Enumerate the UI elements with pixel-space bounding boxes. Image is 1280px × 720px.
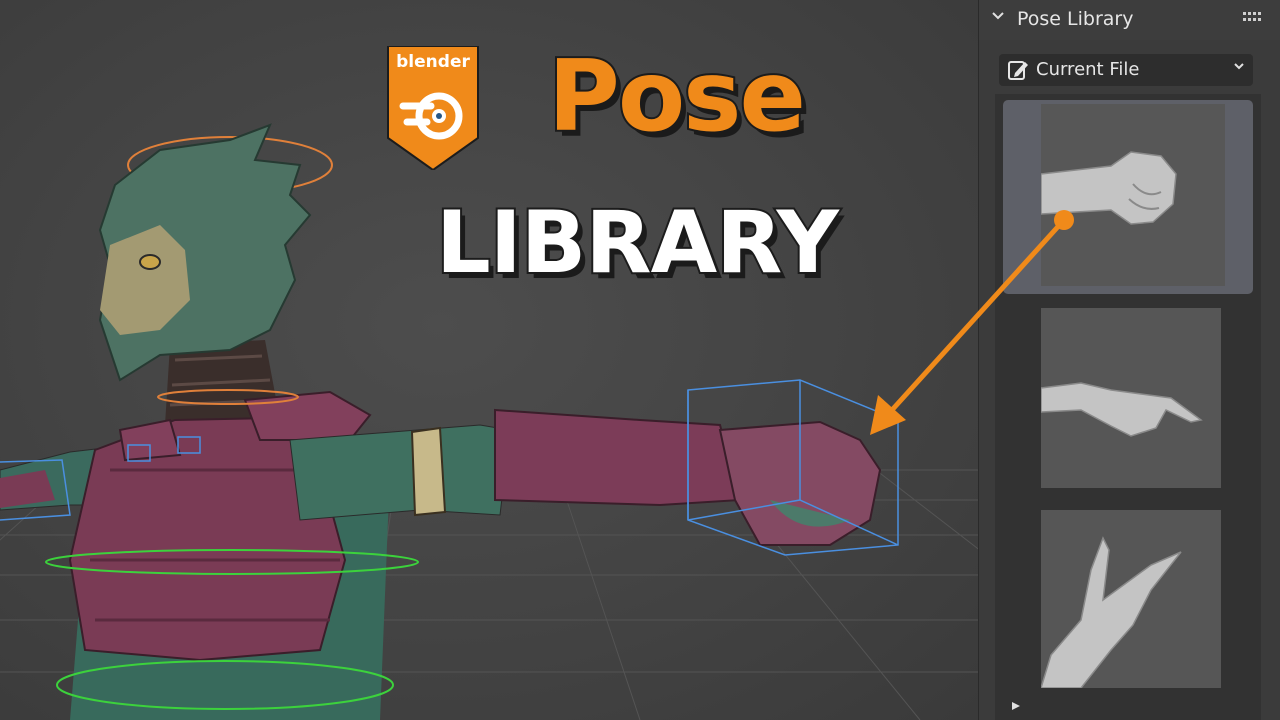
library-dropdown[interactable]: Current File [999,54,1253,86]
character-model[interactable] [0,0,978,720]
chevron-down-icon[interactable] [991,9,1005,27]
eye [139,254,161,270]
pose-thumbnail-peace-sign[interactable] [1039,510,1221,689]
forearm-glove [494,408,742,507]
play-triangle-icon[interactable] [1011,700,1021,714]
peace-sign-pose-preview [1039,536,1182,689]
blender-logo: blender [384,45,482,172]
right-upper-arm [289,424,511,521]
panel-header[interactable]: Pose Library [979,0,1280,40]
arm-bracer [410,426,447,517]
logo-text: blender [396,52,470,72]
title-pose: Pose [546,40,808,154]
title-library: LIBRARY [434,193,841,293]
3d-viewport[interactable]: blender Pose LIBRARY [0,0,978,720]
chevron-down-icon [1233,60,1245,76]
fist-pose-preview [1041,151,1177,225]
panel-title: Pose Library [1017,8,1134,30]
drag-handle-icon[interactable] [1243,12,1263,24]
pose-thumbnail-pointing[interactable] [1040,308,1221,488]
pointing-pose-preview [1040,382,1203,437]
library-dropdown-value: Current File [1036,59,1140,80]
pose-thumbnail-fist[interactable] [1003,100,1253,294]
pose-thumbnail-grid [995,94,1261,720]
pose-library-panel: Pose Library Current File [978,0,1280,720]
shoulder-pad [243,390,372,441]
asset-edit-icon [1007,59,1029,81]
